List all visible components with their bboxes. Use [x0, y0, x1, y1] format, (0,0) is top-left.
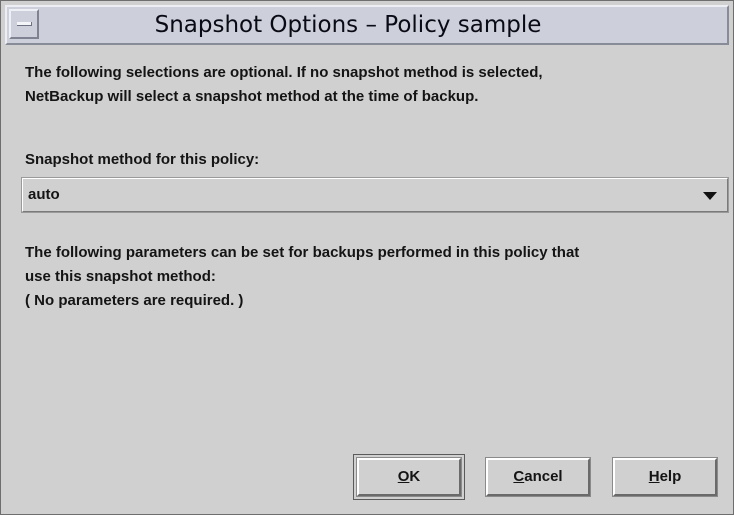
- ok-button[interactable]: OK: [357, 458, 461, 496]
- intro-text-line-1: The following selections are optional. I…: [25, 64, 543, 81]
- snapshot-method-dropdown[interactable]: auto: [22, 178, 728, 212]
- parameters-text-line-2: use this snapshot method:: [25, 268, 216, 285]
- help-button-label: elp: [659, 468, 682, 485]
- window-title: Snapshot Options – Policy sample: [154, 12, 542, 38]
- help-button-mnemonic: H: [648, 468, 660, 485]
- window-menu-icon: [17, 22, 32, 26]
- parameters-text-line-1: The following parameters can be set for …: [25, 244, 580, 261]
- help-button[interactable]: Help: [613, 458, 717, 496]
- chevron-down-icon[interactable]: [703, 192, 717, 200]
- cancel-button[interactable]: Cancel: [486, 458, 590, 496]
- snapshot-method-selected-value: auto: [28, 186, 60, 203]
- ok-button-label: K: [409, 468, 421, 485]
- intro-text-line-2: NetBackup will select a snapshot method …: [25, 88, 479, 105]
- snapshot-method-label: Snapshot method for this policy:: [25, 151, 260, 168]
- dialog-body: The following selections are optional. I…: [5, 45, 729, 510]
- cancel-button-label: ancel: [524, 468, 563, 485]
- window-menu-button[interactable]: [9, 9, 39, 39]
- title-bar[interactable]: Snapshot Options – Policy sample: [5, 5, 729, 45]
- snapshot-options-dialog: Snapshot Options – Policy sample The fol…: [0, 0, 734, 515]
- no-parameters-note: ( No parameters are required. ): [25, 292, 244, 309]
- cancel-button-mnemonic: C: [513, 468, 525, 485]
- ok-button-mnemonic: O: [397, 468, 410, 485]
